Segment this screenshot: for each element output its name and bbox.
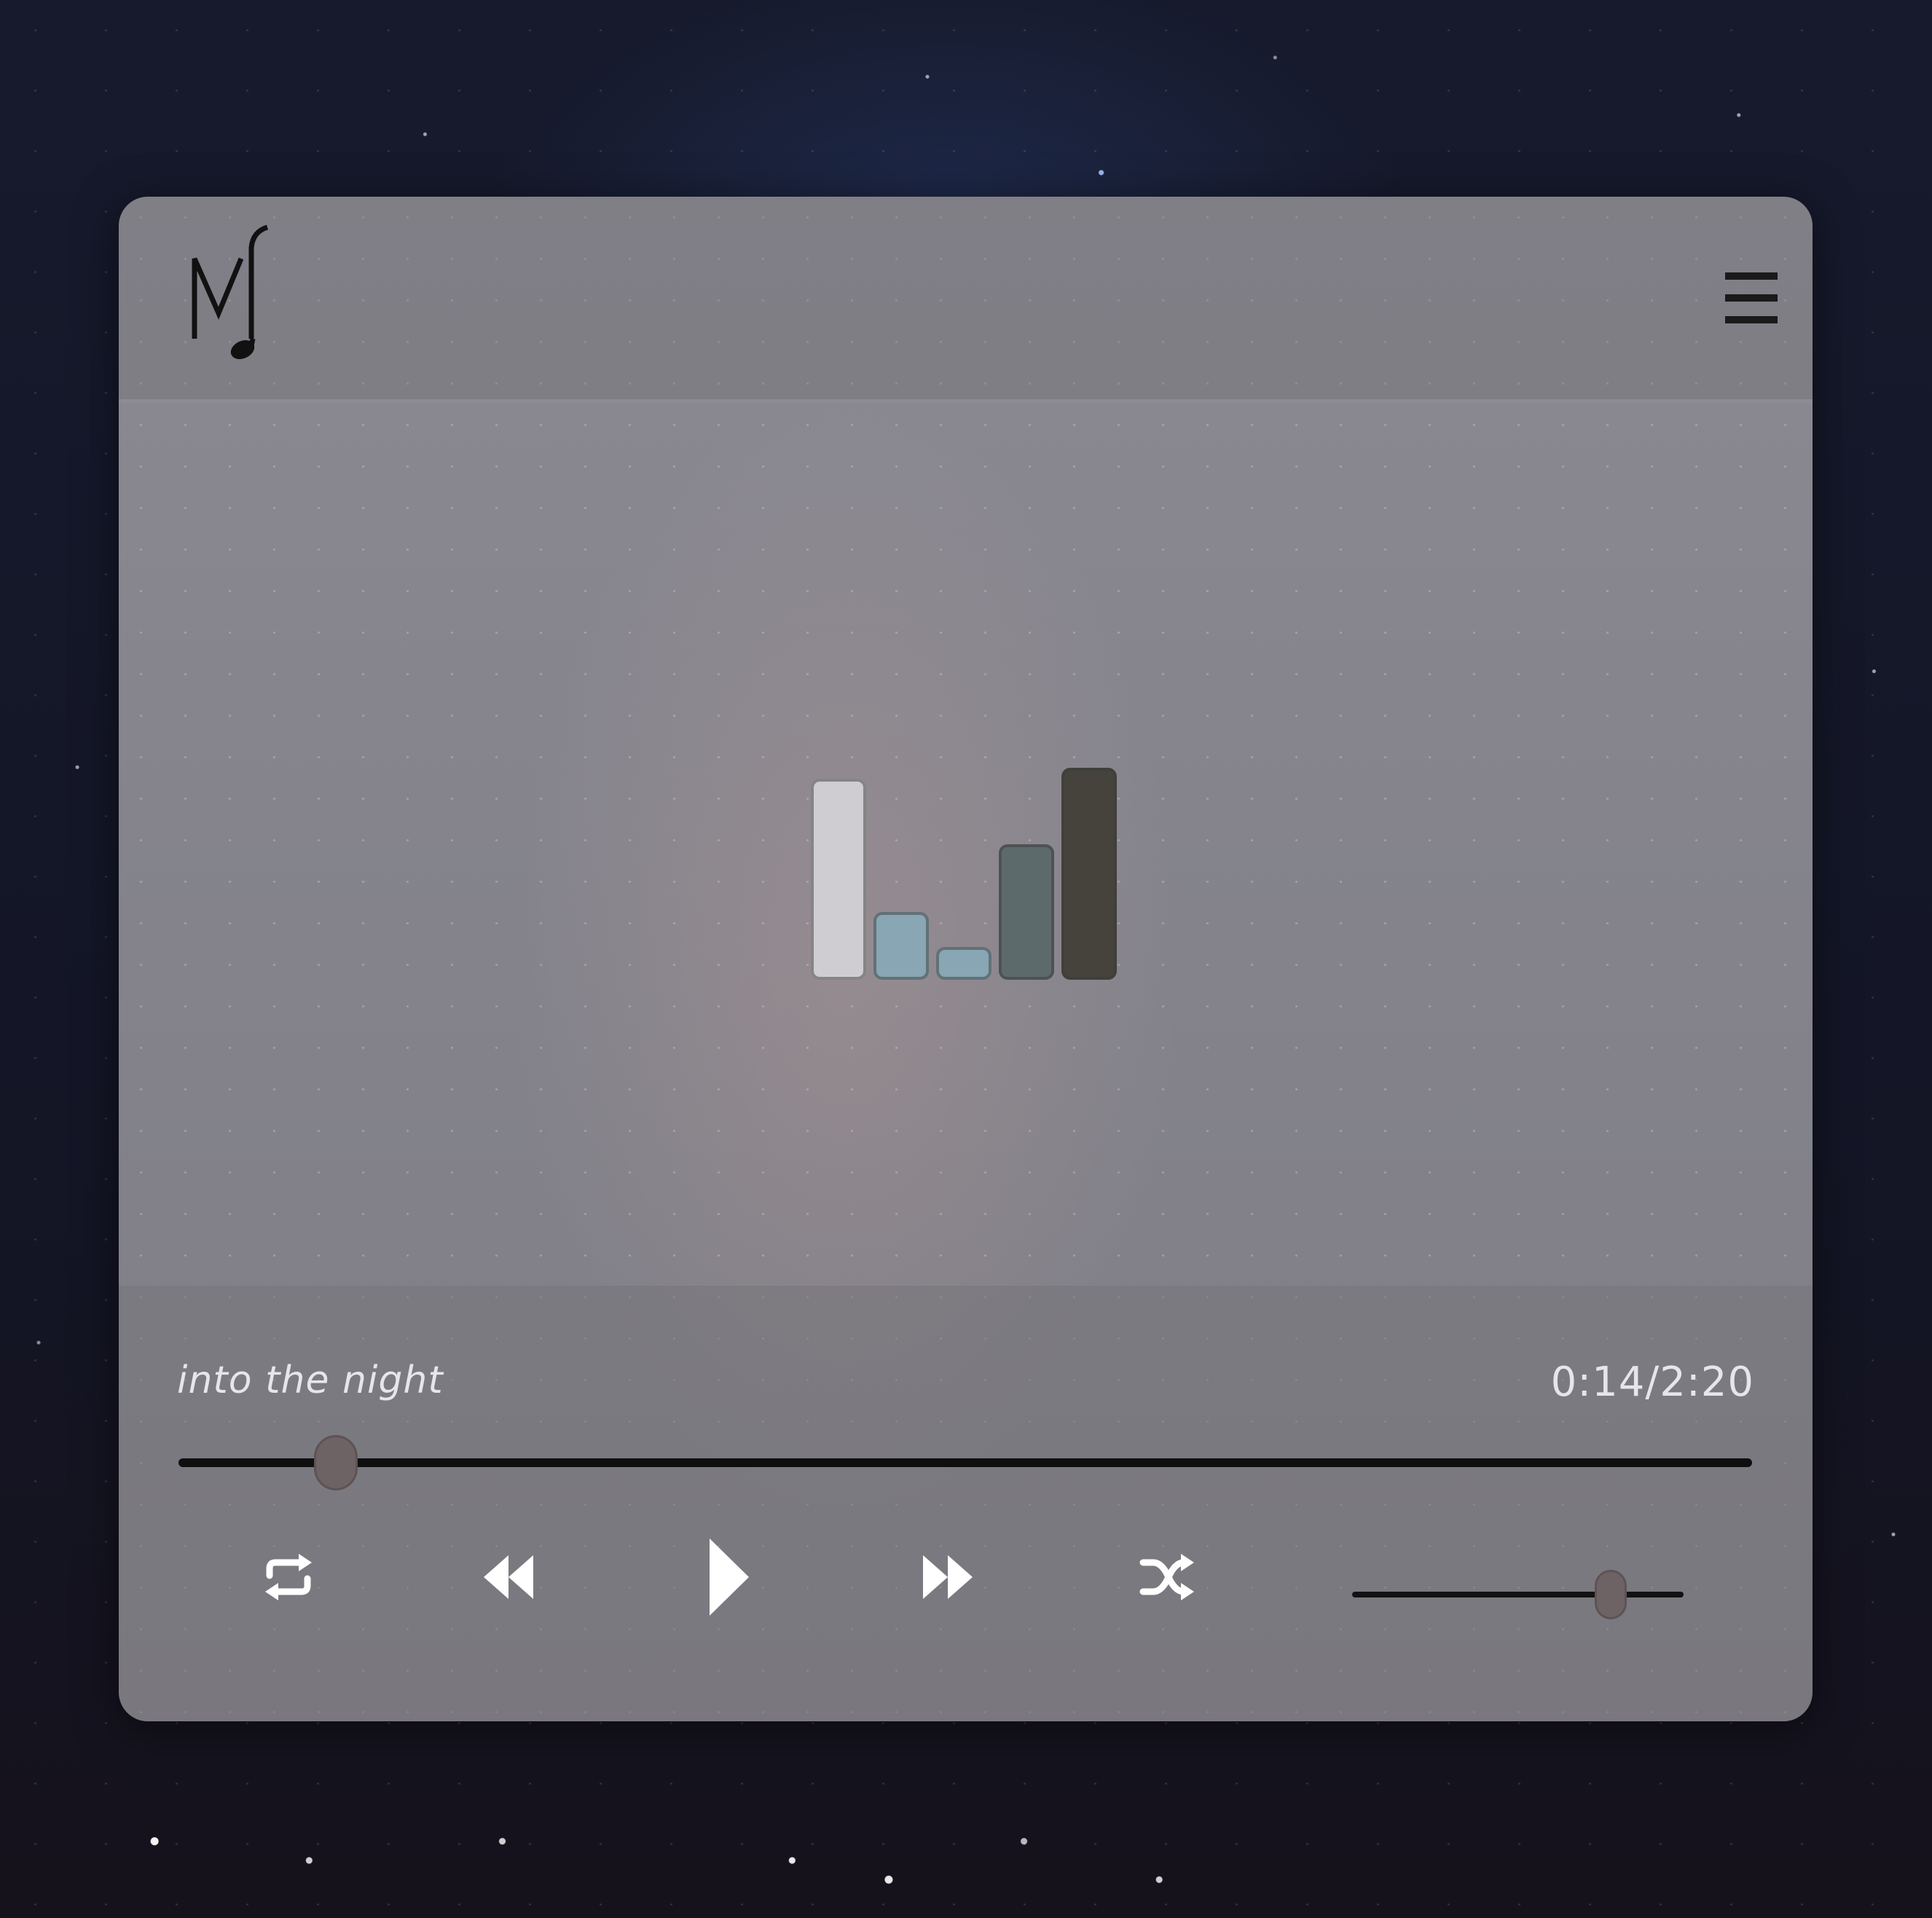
seek-track[interactable] [178, 1458, 1752, 1467]
playback-panel: into the night 0:14/2:20 [119, 1286, 1813, 1721]
equalizer-bar [999, 844, 1054, 980]
player-header [119, 197, 1813, 404]
fast-forward-icon [923, 1555, 973, 1599]
hamburger-menu-icon[interactable] [1725, 270, 1778, 328]
elapsed-time: 0:14 [1550, 1359, 1646, 1406]
total-duration: 2:20 [1660, 1359, 1754, 1406]
play-icon [710, 1538, 749, 1616]
seek-bar[interactable] [178, 1435, 1752, 1490]
rewind-button[interactable] [468, 1537, 549, 1617]
volume-thumb[interactable] [1594, 1570, 1627, 1619]
time-separator: / [1645, 1359, 1660, 1406]
equalizer-bar [811, 779, 866, 980]
repeat-button[interactable] [248, 1537, 329, 1617]
track-title: into the night [177, 1359, 444, 1402]
shuffle-icon [1139, 1554, 1194, 1600]
seek-thumb[interactable] [314, 1435, 358, 1490]
equalizer-bar [1061, 768, 1117, 980]
equalizer-bar [936, 947, 991, 980]
equalizer-bar [873, 912, 929, 980]
play-button[interactable] [687, 1537, 767, 1617]
rewind-icon [484, 1555, 533, 1599]
music-note-logo-icon[interactable] [186, 219, 280, 379]
volume-slider[interactable] [1352, 1570, 1684, 1619]
fast-forward-button[interactable] [908, 1537, 988, 1617]
repeat-icon [265, 1554, 312, 1600]
volume-track[interactable] [1352, 1592, 1684, 1597]
shuffle-button[interactable] [1128, 1537, 1208, 1617]
equalizer-visualizer [811, 739, 1161, 980]
time-display: 0:14/2:20 [1551, 1359, 1754, 1406]
music-player-card: into the night 0:14/2:20 [119, 197, 1813, 1721]
